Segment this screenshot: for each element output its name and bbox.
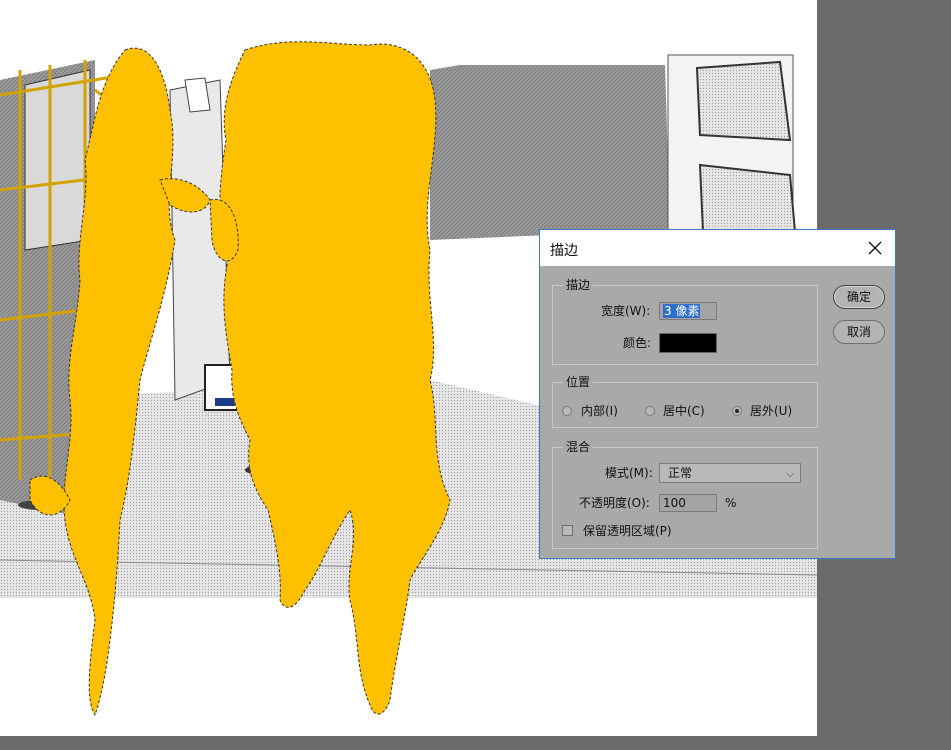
- opacity-label: 不透明度(O):: [579, 496, 650, 510]
- mode-select[interactable]: 正常 ⌵: [659, 463, 801, 483]
- radio-outside-label: 居外(U): [750, 404, 793, 418]
- preserve-transparency-checkbox[interactable]: [562, 525, 573, 536]
- blend-group: 混合 模式(M): 正常 ⌵ 不透明度(O): 100 % 保留透明区域(P): [552, 439, 818, 549]
- mode-label: 模式(M):: [605, 466, 653, 480]
- radio-center-label: 居中(C): [663, 404, 705, 418]
- color-label: 颜色:: [623, 336, 652, 350]
- stroke-group-legend: 描边: [563, 277, 594, 293]
- close-icon: [868, 241, 882, 255]
- width-input[interactable]: 3 像素: [659, 302, 717, 320]
- mode-value: 正常: [668, 466, 693, 480]
- opacity-unit: %: [725, 496, 737, 510]
- dialog-titlebar[interactable]: 描边: [540, 230, 895, 266]
- width-value: 3 像素: [663, 304, 701, 318]
- radio-inside-label: 内部(I): [581, 404, 618, 418]
- position-group-legend: 位置: [563, 374, 594, 390]
- color-swatch[interactable]: [659, 333, 717, 353]
- position-group: 位置 内部(I) 居中(C) 居外(U): [552, 374, 818, 428]
- cancel-button[interactable]: 取消: [833, 320, 885, 344]
- radio-outside-button[interactable]: [732, 406, 742, 416]
- opacity-input[interactable]: 100: [659, 494, 717, 512]
- radio-center-button[interactable]: [645, 406, 655, 416]
- opacity-value: 100: [663, 496, 686, 510]
- close-button[interactable]: [861, 234, 889, 262]
- chevron-down-icon: ⌵: [786, 469, 794, 480]
- preserve-transparency-label: 保留透明区域(P): [583, 524, 672, 538]
- radio-inside-button[interactable]: [562, 406, 572, 416]
- stroke-group: 描边 宽度(W): 3 像素 颜色:: [552, 277, 818, 365]
- ok-button[interactable]: 确定: [833, 285, 885, 309]
- stroke-dialog: 描边 描边 宽度(W): 3 像素 颜色: 位置 内部(I) 居中(C) 居外(…: [539, 229, 896, 559]
- dialog-title: 描边: [550, 243, 578, 259]
- width-label: 宽度(W):: [601, 304, 651, 318]
- blend-group-legend: 混合: [563, 439, 594, 455]
